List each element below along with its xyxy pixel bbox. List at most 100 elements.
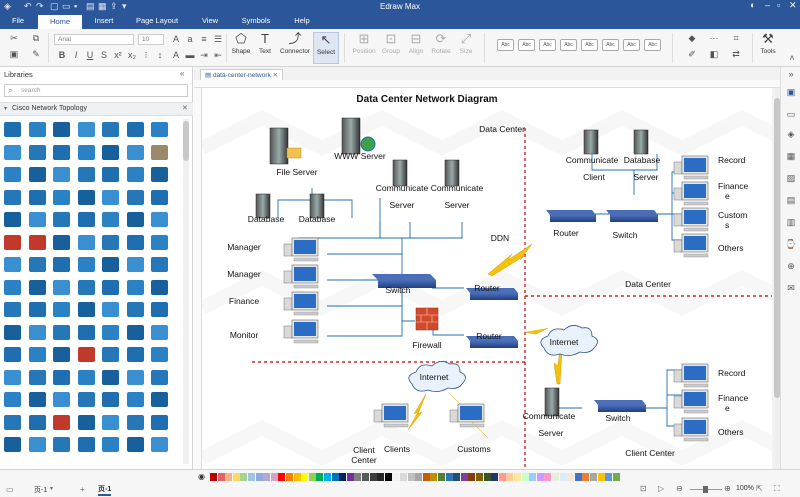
color-swatch[interactable] [514,473,521,481]
shadow-icon[interactable]: ◧ [708,49,720,60]
library-symbol[interactable] [126,437,144,452]
library-symbol[interactable] [151,369,168,385]
library-symbol[interactable] [28,414,46,430]
library-symbol[interactable] [4,234,21,250]
menu-file[interactable]: File [6,16,30,25]
color-swatch[interactable] [263,473,271,481]
library-symbol[interactable] [151,414,168,430]
bold-icon[interactable]: B [56,50,68,60]
library-symbol[interactable] [4,167,21,182]
grow-font-icon[interactable]: A [170,34,182,44]
library-symbol[interactable] [151,234,168,250]
color-swatch[interactable] [552,473,559,481]
library-symbol[interactable] [102,234,119,250]
library-symbol[interactable] [53,369,70,385]
library-symbol[interactable] [4,257,21,272]
library-symbol[interactable] [4,122,21,137]
library-symbol[interactable] [77,144,95,160]
library-symbol[interactable] [53,189,70,205]
library-symbol[interactable] [102,302,119,317]
document-tab[interactable]: ▤ data-center-network ✕ [200,69,284,80]
library-symbol[interactable] [28,437,46,452]
library-symbol[interactable] [28,392,46,407]
library-symbol[interactable] [28,144,46,160]
font-color-icon[interactable]: A [170,50,182,60]
zoom-in-icon[interactable]: ⊕ [724,484,731,493]
color-swatch[interactable] [506,473,514,481]
position-button[interactable]: ⊞ Position [350,32,378,56]
library-symbol[interactable] [102,347,119,362]
library-symbol[interactable] [102,212,119,227]
text-button[interactable]: T Text [252,32,278,56]
library-symbol[interactable] [77,234,95,250]
color-swatch[interactable] [559,473,567,481]
library-symbol[interactable] [28,167,46,182]
grid-panel-icon[interactable]: ▦ [785,151,797,162]
paste-icon[interactable]: ▣ [8,49,20,60]
bullets-icon[interactable]: ⁝ [140,50,152,61]
menu-view[interactable]: View [196,16,224,25]
color-swatch[interactable] [384,473,392,481]
library-symbol[interactable] [102,257,119,272]
library-symbol[interactable] [126,257,144,272]
library-symbol[interactable] [126,189,144,205]
page-panel-icon[interactable]: ▭ [785,109,797,120]
menu-insert[interactable]: Insert [88,16,120,25]
underline-icon[interactable]: U [84,50,96,60]
line-style-icon[interactable]: ⋯ [708,33,720,44]
select-button[interactable]: ↖ Select [313,32,339,64]
library-symbol[interactable] [53,122,70,137]
superscript-icon[interactable]: x² [112,50,124,60]
line-spacing-icon[interactable]: ↕ [154,50,166,60]
play-icon[interactable]: ▷ [658,484,664,493]
color-swatch[interactable] [438,473,445,481]
color-swatch[interactable] [605,473,613,481]
library-symbol[interactable] [77,122,95,137]
library-symbol[interactable] [53,144,70,160]
shape-button[interactable]: ⬠ Shape [228,32,254,56]
library-symbol[interactable] [28,189,46,205]
zoom-level[interactable]: 100% [736,485,754,492]
align-center-icon[interactable]: ≡ [198,34,210,44]
library-search-input[interactable]: ⌕ search [4,84,188,97]
color-swatch[interactable] [483,473,491,481]
diagram-page[interactable]: Data Center Network Diagram Data Center … [202,88,772,469]
page-view-icon[interactable]: ▭ [6,485,14,494]
library-symbol[interactable] [126,414,144,430]
rotate-button[interactable]: ⟳ Rotate [428,32,454,56]
image-panel-icon[interactable]: ▨ [785,173,797,184]
history-panel-icon[interactable]: ⌚ [785,239,797,250]
library-symbol[interactable] [102,167,119,182]
copy-icon[interactable]: ⧉ [30,33,42,44]
color-swatch[interactable] [445,473,453,481]
color-swatch[interactable] [301,473,309,481]
library-symbol[interactable] [53,302,70,317]
library-symbol[interactable] [53,437,70,452]
collapse-ribbon-icon[interactable]: ˄ [786,53,798,63]
color-swatch[interactable] [460,473,468,481]
library-symbol[interactable] [126,212,144,227]
library-symbol[interactable] [28,302,46,317]
style-swatch-1[interactable]: Abc [497,39,514,51]
menu-home[interactable]: Home [38,15,82,29]
color-swatch[interactable] [590,473,597,481]
color-swatch[interactable] [255,473,263,481]
color-swatch[interactable] [278,473,286,481]
close-tab-icon[interactable]: ✕ [271,72,278,79]
collapse-right-icon[interactable]: » [785,69,797,79]
library-symbol[interactable] [28,234,46,250]
subscript-icon[interactable]: x₂ [126,50,138,60]
library-symbol[interactable] [53,414,70,430]
library-symbol[interactable] [53,392,70,407]
library-symbol[interactable] [53,234,70,250]
library-symbol[interactable] [151,437,168,452]
library-symbol[interactable] [77,392,95,407]
library-symbol[interactable] [102,189,119,205]
library-symbol[interactable] [53,257,70,272]
color-swatch[interactable] [574,473,582,481]
menu-symbols[interactable]: Symbols [238,16,274,25]
library-symbol[interactable] [77,437,95,452]
library-scrollbar[interactable] [183,119,189,464]
tools-button[interactable]: ⚒ Tools [756,32,780,56]
highlight-icon[interactable]: ▬ [184,50,196,60]
